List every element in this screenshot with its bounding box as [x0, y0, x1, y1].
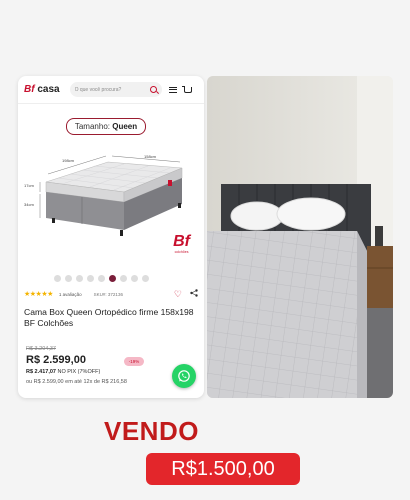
sku-label: SKU#: 372136	[93, 291, 123, 297]
dim-length: 198cm	[62, 158, 75, 163]
box-bed-illustration	[39, 155, 183, 236]
installments: ou R$ 2.599,00 em até 12x de R$ 216,58	[26, 379, 127, 385]
size-label: Tamanho: Queen	[66, 118, 146, 135]
review-count[interactable]: 1 avaliação	[59, 292, 82, 297]
pix-price: R$ 2.417,07 NO PIX (7%OFF)	[26, 369, 101, 375]
bed-photo-illustration	[207, 76, 393, 398]
gallery-dot[interactable]	[87, 275, 94, 282]
share-icon[interactable]	[190, 289, 198, 299]
rating-row: ★★★★★ 1 avaliação SKU#: 372136 ♡	[24, 288, 198, 300]
dim-box-height: 34cm	[24, 202, 34, 207]
search-icon[interactable]	[149, 86, 157, 93]
gallery-dot[interactable]	[54, 275, 61, 282]
discount-badge: -19%	[124, 357, 144, 366]
search-placeholder: O que você procura?	[74, 86, 122, 93]
site-header: Bf casa O que você procura?	[18, 76, 204, 104]
gallery-dots	[54, 275, 149, 282]
store-logo[interactable]: Bf casa	[24, 84, 60, 95]
gallery-dot[interactable]	[76, 275, 83, 282]
product-title: Cama Box Queen Ortopédico firme 158x198 …	[24, 307, 194, 328]
menu-icon[interactable]	[168, 86, 177, 93]
dim-mattress-height: 17cm	[24, 183, 34, 188]
dim-width: 158cm	[144, 154, 157, 159]
heart-icon[interactable]: ♡	[174, 289, 182, 299]
current-price: R$ 2.599,00	[26, 354, 86, 366]
old-price: R$ 3.204,37	[26, 346, 56, 352]
search-input[interactable]: O que você procura?	[69, 82, 162, 97]
whatsapp-icon	[178, 370, 190, 382]
gallery-dot[interactable]	[131, 275, 138, 282]
cart-icon[interactable]	[181, 85, 192, 93]
gallery-dot[interactable]	[120, 275, 127, 282]
whatsapp-button[interactable]	[172, 364, 196, 388]
gallery-dot[interactable]	[65, 275, 72, 282]
product-image[interactable]: 198cm 158cm 17cm 34cm	[24, 140, 192, 260]
brand-mark: Bf colchões	[173, 233, 190, 255]
bed-photo	[207, 76, 393, 398]
gallery-dot[interactable]	[98, 275, 105, 282]
sale-price-badge: R$1.500,00	[146, 453, 300, 485]
gallery-dot[interactable]	[142, 275, 149, 282]
gallery-dot[interactable]	[109, 275, 116, 282]
sale-headline: VENDO	[104, 416, 199, 446]
product-screenshot-card: Bf casa O que você procura? Tamanho: Que…	[18, 76, 204, 398]
rating-stars[interactable]: ★★★★★	[24, 290, 53, 298]
